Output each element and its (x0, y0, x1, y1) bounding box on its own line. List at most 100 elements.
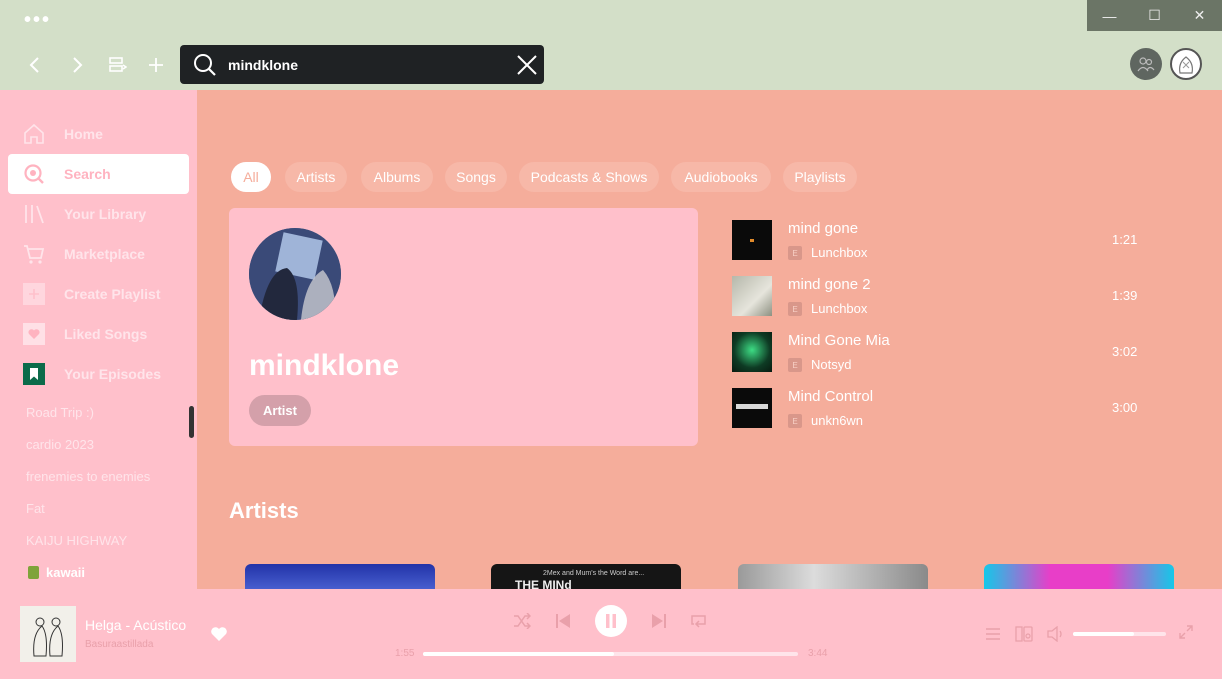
sidebar-item-home[interactable]: Home (8, 114, 189, 154)
filter-chip-all[interactable]: All (231, 162, 271, 192)
top-result-type-badge: Artist (249, 395, 311, 426)
volume-icon (1047, 626, 1062, 642)
pause-icon (606, 614, 616, 628)
song-title: mind gone (788, 220, 859, 237)
now-playing-cover[interactable] (20, 606, 76, 662)
sidebar-item-label: Marketplace (64, 246, 145, 262)
volume-fill (1073, 632, 1135, 636)
now-playing-artist[interactable]: Basuraastillada (85, 639, 153, 650)
song-title: mind gone 2 (788, 276, 871, 293)
maximize-button[interactable]: ☐ (1132, 0, 1177, 31)
heart-icon (211, 627, 227, 641)
song-cover (732, 220, 772, 260)
sidebar-item-marketplace[interactable]: Marketplace (8, 234, 189, 274)
fullscreen-button[interactable] (1177, 623, 1195, 641)
forward-button[interactable] (64, 52, 90, 78)
sidebar-item-search[interactable]: Search (8, 154, 189, 194)
song-cover (732, 388, 772, 428)
sidebar-scrollbar[interactable] (189, 406, 194, 438)
volume-button[interactable] (1047, 625, 1065, 643)
song-duration: 1:21 (1112, 232, 1138, 247)
profile-avatar[interactable] (1170, 48, 1202, 80)
clear-search-icon[interactable] (516, 54, 538, 76)
skip-back-icon (556, 614, 570, 628)
chevron-right-icon (73, 57, 83, 73)
shuffle-button[interactable] (512, 611, 532, 631)
song-row[interactable]: Mind Control E unkn6wn 3:00 (732, 388, 1152, 428)
sidebar: Home Search Your Library Marketplace Cre… (0, 90, 197, 589)
sidebar-item-your-episodes[interactable]: Your Episodes (8, 354, 189, 394)
playlist-item-now-playing[interactable]: kawaii (26, 565, 166, 580)
search-icon (23, 163, 45, 185)
filter-chip-artists[interactable]: Artists (285, 162, 347, 192)
song-artist[interactable]: Lunchbox (811, 301, 867, 316)
sidebar-item-create-playlist[interactable]: Create Playlist (8, 274, 189, 314)
sidebar-item-liked-songs[interactable]: Liked Songs (8, 314, 189, 354)
friends-activity-button[interactable] (1130, 48, 1162, 80)
fullscreen-icon (1179, 625, 1193, 639)
artist-card-title: THE MINd (515, 578, 572, 589)
song-title: Mind Control (788, 388, 874, 405)
top-result-card[interactable]: mindklone Artist (229, 208, 698, 446)
song-title: Mind Gone Mia (788, 332, 890, 349)
like-button[interactable] (209, 625, 229, 643)
repeat-button[interactable] (689, 611, 709, 631)
song-duration: 3:00 (1112, 400, 1138, 415)
sidebar-item-label: Create Playlist (64, 286, 161, 302)
filter-chip-albums[interactable]: Albums (361, 162, 433, 192)
plus-icon (149, 58, 163, 72)
queue-icon (109, 57, 127, 72)
minimize-button[interactable]: — (1087, 0, 1132, 31)
song-duration: 3:02 (1112, 344, 1138, 359)
add-button[interactable] (143, 52, 169, 78)
filter-chip-songs[interactable]: Songs (445, 162, 507, 192)
playlist-item[interactable]: cardio 2023 (26, 437, 166, 452)
search-bar[interactable] (180, 45, 544, 84)
filter-chip-audiobooks[interactable]: Audiobooks (671, 162, 771, 192)
filter-chip-playlists[interactable]: Playlists (783, 162, 857, 192)
explicit-badge: E (788, 302, 802, 316)
filter-chip-podcasts[interactable]: Podcasts & Shows (519, 162, 659, 192)
sidebar-item-library[interactable]: Your Library (8, 194, 189, 234)
artist-card-caption: 2Mex and Mum's the Word are... (543, 570, 645, 577)
previous-button[interactable] (553, 611, 573, 631)
song-row[interactable]: mind gone 2 E Lunchbox 1:39 (732, 276, 1152, 316)
song-row[interactable]: mind gone E Lunchbox 1:21 (732, 220, 1152, 260)
search-results: All Artists Albums Songs Podcasts & Show… (197, 90, 1222, 589)
explicit-badge: E (788, 358, 802, 372)
search-input[interactable] (228, 56, 498, 73)
chevron-left-icon (29, 57, 39, 73)
playlist-label: kawaii (46, 565, 86, 580)
volume-slider[interactable] (1073, 632, 1166, 636)
artists-section-heading: Artists (229, 498, 299, 523)
sidebar-item-label: Liked Songs (64, 326, 148, 342)
devices-button[interactable] (1015, 625, 1033, 643)
artist-card[interactable] (245, 564, 435, 589)
song-cover (732, 332, 772, 372)
playlist-item[interactable]: Fat (26, 501, 166, 516)
artist-card[interactable] (738, 564, 928, 589)
progress-bar[interactable] (423, 652, 798, 656)
library-icon (23, 203, 45, 225)
song-artist[interactable]: unkn6wn (811, 413, 863, 428)
playlist-item[interactable]: frenemies to enemies (26, 469, 166, 484)
playlist-item[interactable]: KAIJU HIGHWAY (26, 533, 166, 548)
play-pause-button[interactable] (595, 605, 627, 637)
player-bar: Helga - Acústico Basuraastillada 1:55 3:… (0, 589, 1222, 679)
title-bar: ••• — ☐ ✕ (0, 0, 1222, 90)
song-artist[interactable]: Notsyd (811, 357, 851, 372)
song-artist[interactable]: Lunchbox (811, 245, 867, 260)
song-row[interactable]: Mind Gone Mia E Notsyd 3:02 (732, 332, 1152, 372)
menu-dots-icon[interactable]: ••• (24, 9, 51, 32)
close-window-button[interactable]: ✕ (1177, 0, 1222, 31)
artist-card[interactable] (984, 564, 1174, 589)
queue-button[interactable] (984, 625, 1002, 643)
back-button[interactable] (22, 52, 48, 78)
next-button[interactable] (649, 611, 669, 631)
progress-fill (423, 652, 615, 656)
now-playing-title[interactable]: Helga - Acústico (85, 617, 186, 633)
playlist-item[interactable]: Road Trip :) (26, 405, 166, 420)
artist-card[interactable]: 2Mex and Mum's the Word are... THE MINd (491, 564, 681, 589)
queue-nav-button[interactable] (104, 52, 130, 78)
bookmark-icon (23, 363, 45, 385)
